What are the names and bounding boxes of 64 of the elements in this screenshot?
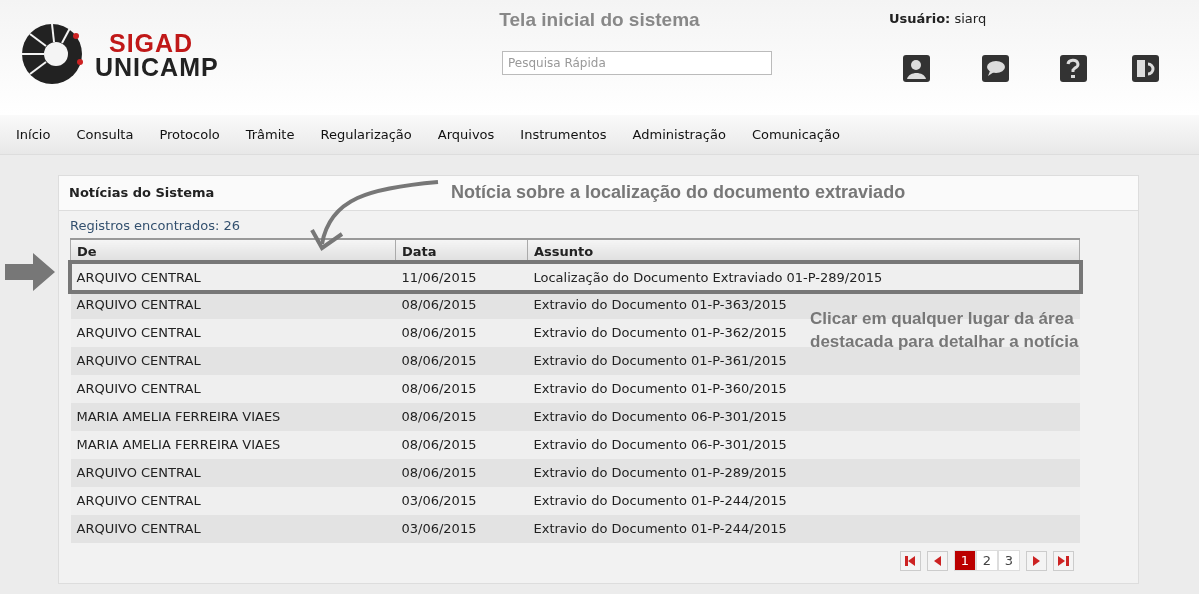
page-title: Tela inicial do sistema	[499, 9, 700, 30]
next-page-button[interactable]	[1026, 550, 1047, 571]
pointer-arrow	[5, 253, 55, 291]
table-cell: Extravio do Documento 06-P-301/2015	[527, 403, 1080, 431]
menu-item[interactable]: Consulta	[76, 124, 134, 145]
table-cell: ARQUIVO CENTRAL	[70, 375, 396, 403]
exit-icon[interactable]	[1132, 55, 1159, 82]
menu-item[interactable]: Arquivos	[437, 124, 495, 145]
menu-item[interactable]: Início	[16, 124, 51, 145]
table-cell: ARQUIVO CENTRAL	[70, 347, 396, 375]
menu-item[interactable]: Administração	[632, 124, 726, 145]
column-header: Data	[395, 239, 528, 263]
table-cell: 03/06/2015	[395, 515, 528, 543]
table-cell: ARQUIVO CENTRAL	[70, 319, 396, 347]
table-cell: 11/06/2015	[395, 263, 528, 291]
page-link[interactable]: 3	[998, 550, 1020, 571]
next-page-icon	[1032, 555, 1041, 566]
table-cell: 08/06/2015	[395, 403, 528, 431]
column-header: Assunto	[527, 239, 1080, 263]
logo-icon	[20, 22, 85, 87]
search-field[interactable]: Pesquisa Rápida	[502, 51, 772, 75]
user-label: Usuário:	[889, 11, 951, 26]
table-cell: Extravio do Documento 01-P-289/2015	[527, 459, 1080, 487]
last-page-button[interactable]	[1053, 550, 1074, 571]
previous-page-icon	[933, 555, 942, 566]
menu-item[interactable]: Protocolo	[159, 124, 220, 145]
page-link[interactable]: 2	[976, 550, 998, 571]
page-link[interactable]: 1	[954, 550, 976, 571]
annotation-text: Notícia sobre a localização do documento extraviado	[451, 181, 906, 204]
table-cell: ARQUIVO CENTRAL	[70, 515, 396, 543]
table-cell: ARQUIVO CENTRAL	[70, 487, 396, 515]
table-cell: Extravio do Documento 01-P-244/2015	[527, 515, 1080, 543]
table-cell: 08/06/2015	[395, 319, 528, 347]
highlighted-row[interactable]: ARQUIVO CENTRAL 11/06/2015 Localização do Documento Extraviado 01-P-289/2015	[70, 263, 1080, 291]
menu-item[interactable]: Trâmite	[245, 124, 295, 145]
menu-item[interactable]: Regularização	[320, 124, 412, 145]
user-icon[interactable]	[903, 55, 930, 82]
table-cell: Extravio do Documento 06-P-301/2015	[527, 431, 1080, 459]
logo-subtitle: UNICAMP	[95, 54, 219, 79]
panel-title: Notícias do Sistema	[69, 185, 215, 200]
user-name: siarq	[954, 11, 987, 26]
table-cell: Extravio do Documento 01-P-360/2015	[527, 375, 1080, 403]
menu-item[interactable]: Instrumentos	[520, 124, 607, 145]
records-count: Registros encontrados: 26	[70, 217, 241, 233]
table-cell: ARQUIVO CENTRAL	[70, 459, 396, 487]
table-cell: 08/06/2015	[395, 347, 528, 375]
column-header: De	[70, 239, 396, 263]
table-cell: Localização do Documento Extraviado 01-P-289/2015	[527, 263, 1080, 291]
table-cell: Extravio do Documento 01-P-244/2015	[527, 487, 1080, 515]
logo-title: SIGAD	[108, 30, 195, 55]
last-page-icon	[1058, 555, 1069, 566]
table-cell: ARQUIVO CENTRAL	[70, 263, 396, 291]
help-icon[interactable]	[1060, 55, 1087, 82]
first-page-button[interactable]	[900, 550, 921, 571]
table-cell: MARIA AMELIA FERREIRA VIAES	[70, 431, 396, 459]
previous-page-button[interactable]	[927, 550, 948, 571]
chat-icon[interactable]	[982, 55, 1009, 82]
table-cell: 08/06/2015	[395, 431, 528, 459]
menu-item[interactable]: Comunicação	[751, 124, 840, 145]
table-cell: MARIA AMELIA FERREIRA VIAES	[70, 403, 396, 431]
table-cell: 08/06/2015	[395, 459, 528, 487]
first-page-icon	[905, 555, 916, 566]
table-cell: 08/06/2015	[395, 375, 528, 403]
table-cell: 03/06/2015	[395, 487, 528, 515]
